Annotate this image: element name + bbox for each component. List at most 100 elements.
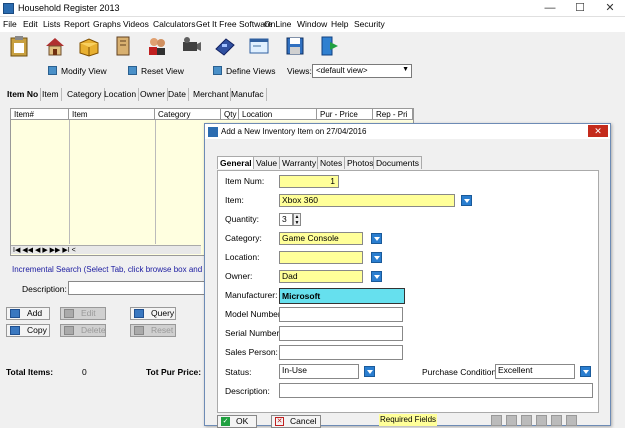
menu-file[interactable]: File [3,19,17,29]
owner-field[interactable]: Dad [279,270,363,283]
category-field[interactable]: Game Console [279,232,363,245]
sales-person-field[interactable] [279,345,403,360]
item-field[interactable]: Xbox 360 [279,194,455,207]
dialog-close-button[interactable]: ✕ [588,125,608,137]
tab-photos[interactable]: Photos [344,156,377,169]
nav-next-button[interactable] [521,415,532,426]
menu-online[interactable]: OnLine [264,19,291,29]
dialog-title: Add a New Inventory Item on 27/04/2016 [221,127,367,136]
nav-first-button[interactable] [491,415,502,426]
camera-icon[interactable] [180,35,202,57]
sales-person-label: Sales Person: [225,347,278,357]
tab-general[interactable]: General [217,156,255,169]
menu-window[interactable]: Window [297,19,327,29]
modify-view-button[interactable]: Modify View [48,66,107,76]
location-dropdown-button[interactable] [371,252,382,263]
tab-item-no[interactable]: Item No [5,88,42,101]
ledger-icon[interactable] [112,35,134,57]
menu-edit[interactable]: Edit [23,19,38,29]
tab-manufac[interactable]: Manufac [229,88,267,101]
calculator-icon[interactable] [214,35,236,57]
copy-button[interactable]: Copy [6,324,50,337]
general-panel: Item Num: 1 Item: Xbox 360 Quantity: 3 ▲… [217,170,599,413]
tab-category[interactable]: Category [65,88,105,101]
nav-extra-button[interactable] [566,415,577,426]
quantity-field[interactable]: 3 [279,213,293,226]
col-item-no[interactable]: Item# [11,109,69,120]
tab-merchant[interactable]: Merchant [191,88,232,101]
add-button[interactable]: Add [6,307,50,320]
description-field[interactable] [279,383,593,398]
item-num-field[interactable]: 1 [279,175,339,188]
menu-videos[interactable]: Videos [123,19,149,29]
cancel-button[interactable]: ✕ Cancel [271,415,321,428]
model-number-field[interactable] [279,307,403,322]
tab-notes[interactable]: Notes [317,156,346,169]
window-icon[interactable] [248,35,270,57]
location-field[interactable] [279,251,363,264]
col-rep-price[interactable]: Rep - Pri [373,109,413,120]
title-bar: Household Register 2013 — ☐ ✕ [0,0,625,17]
grid-navigator[interactable]: I◀ ◀◀ ◀ ▶ ▶▶ ▶I < [11,245,201,254]
tab-location[interactable]: Location [102,88,140,101]
item-dropdown-button[interactable] [461,195,472,206]
menu-report[interactable]: Report [64,19,90,29]
views-select[interactable]: <default view> ▼ [312,64,412,78]
manufacturer-label[interactable]: Manufacturer: > [225,290,285,300]
grid-header: Item# Item Category Qty Location Pur - P… [11,109,413,120]
close-button[interactable]: ✕ [595,0,625,17]
edit-button[interactable]: Edit [60,307,106,320]
house-icon[interactable] [44,35,66,57]
col-qty[interactable]: Qty [221,109,239,120]
menu-security[interactable]: Security [354,19,385,29]
tab-value[interactable]: Value [253,156,281,169]
tab-owner[interactable]: Owner [138,88,169,101]
cancel-icon: ✕ [275,417,284,426]
serial-number-field[interactable] [279,326,403,341]
status-field[interactable]: In-Use [279,364,359,379]
quantity-stepper[interactable]: ▲ ▼ [293,213,301,226]
col-category[interactable]: Category [155,109,221,120]
menu-get-it-free-software[interactable]: Get It Free Software [196,19,273,29]
purchase-condition-field[interactable]: Excellent [495,364,575,379]
col-item[interactable]: Item [69,109,155,120]
edit-icon [64,309,74,318]
clipboard-icon[interactable] [8,35,30,57]
tab-documents[interactable]: Documents [373,156,422,169]
minimize-button[interactable]: — [535,0,565,17]
people-icon[interactable] [146,35,168,57]
menu-calculators[interactable]: Calculators [153,19,196,29]
description-label: Description: [22,284,67,294]
tab-date[interactable]: Date [166,88,189,101]
category-dropdown-button[interactable] [371,233,382,244]
description-field[interactable] [68,281,208,295]
nav-extra-button[interactable] [551,415,562,426]
status-dropdown-button[interactable] [364,366,375,377]
reset-icon [134,326,144,335]
maximize-button[interactable]: ☐ [565,0,595,17]
total-pur-price-label: Tot Pur Price: [146,367,202,377]
status-label: Status: [225,367,252,377]
owner-dropdown-button[interactable] [371,271,382,282]
col-location[interactable]: Location [239,109,317,120]
tab-item[interactable]: Item [40,88,62,101]
nav-prev-button[interactable] [506,415,517,426]
manufacturer-field[interactable]: Microsoft [279,288,405,304]
ok-button[interactable]: ✓ OK [217,415,257,428]
nav-last-button[interactable] [536,415,547,426]
menu-lists[interactable]: Lists [43,19,60,29]
menu-graphs[interactable]: Graphs [93,19,121,29]
col-pur-price[interactable]: Pur - Price [317,109,373,120]
reset-view-button[interactable]: Reset View [128,66,184,76]
exit-icon[interactable] [318,35,340,57]
purchase-condition-dropdown-button[interactable] [580,366,591,377]
delete-button[interactable]: Delete [60,324,106,337]
tab-warranty[interactable]: Warranty [279,156,320,169]
define-views-button[interactable]: Define Views [213,66,275,76]
box-icon[interactable] [78,35,100,57]
dialog-tabs: General Value Warranty Notes Photos Docu… [217,156,517,170]
query-button[interactable]: Query [130,307,176,320]
reset-button[interactable]: Reset [130,324,176,337]
menu-help[interactable]: Help [331,19,348,29]
save-icon[interactable] [284,35,306,57]
